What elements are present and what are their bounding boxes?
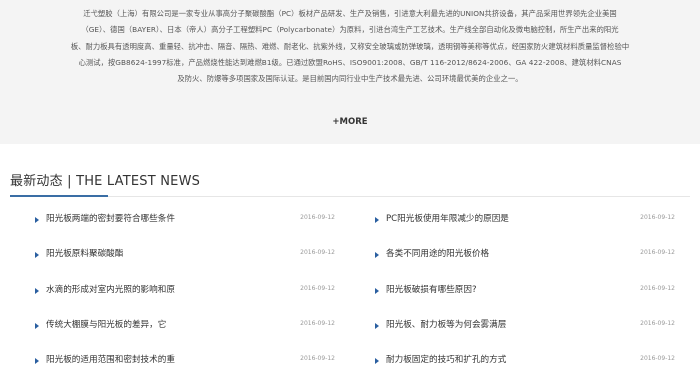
news-date: 2016-09-12 xyxy=(640,319,675,327)
news-title-link[interactable]: 水滴的形成对室内光照的影响和原 xyxy=(46,283,175,295)
news-item[interactable]: 阳光板两端的密封要符合哪些条件 2016-09-12 xyxy=(35,208,335,243)
news-date: 2016-09-12 xyxy=(300,214,335,221)
news-title-link[interactable]: 阳光板、耐力板等为何会雾满层 xyxy=(386,318,506,330)
news-date: 2016-09-12 xyxy=(640,284,675,292)
company-intro-text: 迁弋塑胶（上海）有限公司是一家专业从事高分子聚碳酸酯（PC）板材产品研发、生产及… xyxy=(10,6,690,87)
bullet-arrow-icon xyxy=(375,322,379,329)
bullet-arrow-icon xyxy=(375,358,379,365)
news-title-link[interactable]: 阳光板两端的密封要符合哪些条件 xyxy=(46,212,175,224)
news-date: 2016-09-12 xyxy=(640,355,675,363)
bullet-arrow-icon xyxy=(35,287,39,294)
news-title-link[interactable]: 阳光板破损有哪些原因? xyxy=(386,283,477,295)
news-heading-en: THE LATEST NEWS xyxy=(76,174,201,189)
news-date: 2016-09-12 xyxy=(640,214,675,221)
news-heading-zh: 最新动态 xyxy=(10,174,63,189)
heading-divider xyxy=(10,196,690,197)
latest-news-section: 最新动态 | THE LATEST NEWS 阳光板两端的密封要符合哪些条件 2… xyxy=(0,144,700,371)
intro-line: 心测试，按GB8624-1997标准，产品燃烧性能达到难燃B1级。已通过欧盟Ro… xyxy=(78,57,622,67)
news-item[interactable]: 各类不同用途的阳光板价格 2016-09-12 xyxy=(375,243,675,278)
news-title-link[interactable]: 耐力板固定的技巧和扩孔的方式 xyxy=(386,353,506,365)
bullet-arrow-icon xyxy=(35,322,39,329)
bullet-arrow-icon xyxy=(35,358,39,365)
news-title-link[interactable]: PC阳光板使用年限减少的原因是 xyxy=(386,212,509,224)
intro-line: （GE）、德国（BAYER）、日本（帝人）高分子工程塑料PC（Polycarbo… xyxy=(81,25,619,35)
news-list-right: PC阳光板使用年限减少的原因是 2016-09-12 各类不同用途的阳光板价格 … xyxy=(375,208,675,371)
news-heading-separator: | xyxy=(62,174,77,189)
news-date: 2016-09-12 xyxy=(300,284,335,292)
heading-accent-bar xyxy=(10,195,108,197)
bullet-arrow-icon xyxy=(375,252,379,259)
news-item[interactable]: PC阳光板使用年限减少的原因是 2016-09-12 xyxy=(375,208,675,243)
intro-line: 板、耐力板具有透明度高、重量轻、抗冲击、隔音、隔热、难燃、耐老化、抗紫外线，又称… xyxy=(70,41,630,51)
bullet-arrow-icon xyxy=(35,217,39,223)
news-title-link[interactable]: 传统大棚膜与阳光板的差异，它 xyxy=(46,318,166,330)
news-date: 2016-09-12 xyxy=(300,355,335,363)
bullet-arrow-icon xyxy=(375,287,379,294)
news-item[interactable]: 耐力板固定的技巧和扩孔的方式 2016-09-12 xyxy=(375,349,675,371)
bullet-arrow-icon xyxy=(375,217,379,223)
news-title-link[interactable]: 阳光板的适用范围和密封技术的重 xyxy=(46,353,175,365)
news-title-link[interactable]: 阳光板原料聚碳酸酯 xyxy=(46,247,123,259)
news-date: 2016-09-12 xyxy=(300,249,335,257)
bullet-arrow-icon xyxy=(35,252,39,259)
news-item[interactable]: 阳光板的适用范围和密封技术的重 2016-09-12 xyxy=(35,349,335,371)
news-date: 2016-09-12 xyxy=(300,319,335,327)
news-item[interactable]: 水滴的形成对室内光照的影响和原 2016-09-12 xyxy=(35,279,335,314)
news-list-left: 阳光板两端的密封要符合哪些条件 2016-09-12 阳光板原料聚碳酸酯 201… xyxy=(35,208,335,371)
news-date: 2016-09-12 xyxy=(640,249,675,257)
news-item[interactable]: 阳光板破损有哪些原因? 2016-09-12 xyxy=(375,279,675,314)
news-item[interactable]: 阳光板原料聚碳酸酯 2016-09-12 xyxy=(35,243,335,278)
company-intro-section: 迁弋塑胶（上海）有限公司是一家专业从事高分子聚碳酸酯（PC）板材产品研发、生产及… xyxy=(0,0,700,144)
intro-line: 及防火、防爆等多项国家及国际认证。是目前国内同行业中生产技术最先进、公司环境最优… xyxy=(177,74,523,84)
news-heading: 最新动态 | THE LATEST NEWS xyxy=(10,170,200,189)
news-item[interactable]: 传统大棚膜与阳光板的差异，它 2016-09-12 xyxy=(35,314,335,349)
news-title-link[interactable]: 各类不同用途的阳光板价格 xyxy=(386,247,489,259)
news-item[interactable]: 阳光板、耐力板等为何会雾满层 2016-09-12 xyxy=(375,314,675,349)
intro-line: 迁弋塑胶（上海）有限公司是一家专业从事高分子聚碳酸酯（PC）板材产品研发、生产及… xyxy=(83,9,617,18)
more-link[interactable]: +MORE xyxy=(0,117,700,127)
